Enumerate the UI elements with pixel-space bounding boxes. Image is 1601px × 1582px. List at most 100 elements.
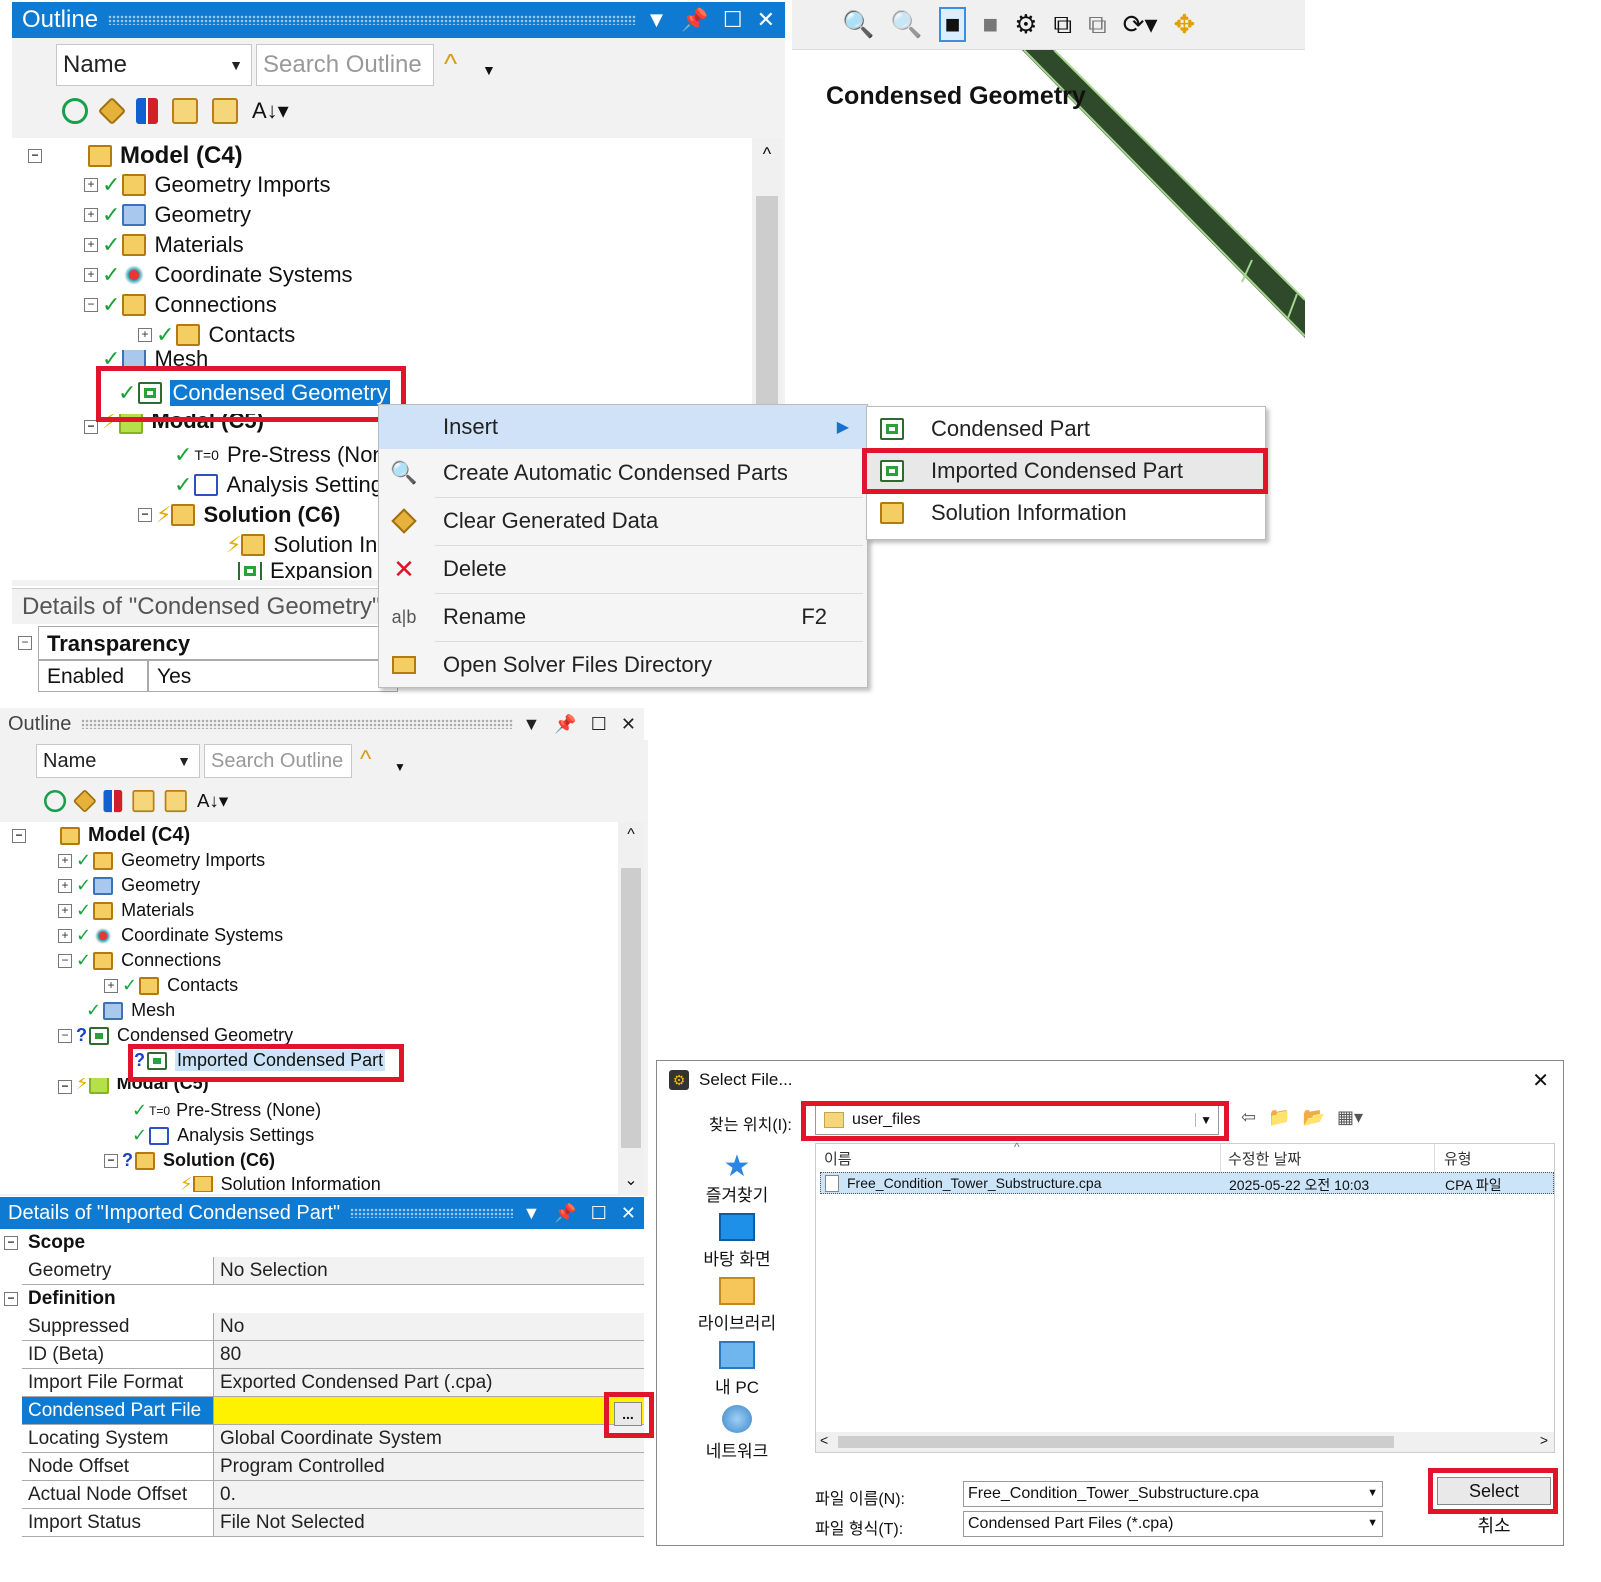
collapse-icon[interactable]: − xyxy=(84,420,98,434)
tree-node-contacts[interactable]: + ✓ Contacts xyxy=(104,975,238,996)
tree-node-solution[interactable]: − ⚡ Solution (C6) xyxy=(138,502,340,528)
expand-all-icon[interactable] xyxy=(172,98,198,124)
fit-icon[interactable]: ⧉ xyxy=(1054,9,1073,41)
browse-file-button[interactable]: ... xyxy=(614,1402,642,1426)
eraser-icon[interactable] xyxy=(72,789,97,814)
tree-node-contacts[interactable]: + ✓ Contacts xyxy=(138,322,295,348)
scroll-up-icon[interactable]: ^ xyxy=(618,822,644,844)
submenu-item-solution-information[interactable]: Solution Information xyxy=(867,493,1265,533)
zoom-out-icon[interactable]: 🔍 xyxy=(890,9,922,40)
row-value[interactable]: No xyxy=(214,1313,644,1341)
column-type[interactable]: 유형 xyxy=(1444,1148,1472,1169)
submenu-item-imported-condensed-part[interactable]: Imported Condensed Part xyxy=(867,451,1265,491)
scroll-up-icon[interactable]: ^ xyxy=(752,138,782,165)
row-value[interactable]: Global Coordinate System xyxy=(214,1425,644,1453)
expand-icon[interactable]: + xyxy=(84,178,98,192)
tree-node-solution[interactable]: −? Solution (C6) xyxy=(104,1150,275,1171)
dropdown-icon[interactable]: ▼ xyxy=(646,7,668,33)
expand-icon[interactable]: + xyxy=(84,208,98,222)
tree-node-modal[interactable]: − ⚡ Modal (C5) xyxy=(84,414,264,434)
expand-all-icon[interactable] xyxy=(132,790,155,813)
fit-selection-icon[interactable]: ⧉ xyxy=(1088,9,1107,41)
filetype-select[interactable]: Condensed Part Files (*.cpa) ▼ xyxy=(963,1511,1383,1537)
tree-node-analysis-settings[interactable]: ✓ Analysis Settings xyxy=(132,1125,314,1146)
tree-node-geometry-imports[interactable]: + ✓ Geometry Imports xyxy=(84,172,330,198)
view-menu-icon[interactable]: ▦▾ xyxy=(1337,1107,1363,1128)
sort-az-icon[interactable]: A↓▾ xyxy=(197,790,228,812)
select-button[interactable]: Select xyxy=(1437,1477,1551,1505)
tree-node-materials[interactable]: + ✓ Materials xyxy=(58,900,194,921)
bottom-name-combo[interactable]: Name ▼ xyxy=(36,744,200,778)
rotate-icon[interactable]: ⟳▾ xyxy=(1123,9,1158,40)
place-my-pc[interactable]: 내 PC xyxy=(715,1341,759,1405)
tree-node-imported-condensed-part[interactable]: ? Imported Condensed Part xyxy=(134,1050,386,1071)
search-up-icon[interactable]: ^ xyxy=(360,746,371,774)
details-row-node-offset[interactable]: Node Offset Program Controlled xyxy=(22,1453,644,1481)
sort-icon[interactable] xyxy=(136,98,158,124)
expand-icon[interactable]: + xyxy=(58,853,72,868)
place-favorites[interactable]: ★ 즐겨찾기 xyxy=(706,1149,769,1213)
tree-node-geometry[interactable]: + ✓ Geometry xyxy=(58,875,200,896)
sort-icon[interactable] xyxy=(103,790,123,813)
bottom-search-input[interactable]: Search Outline xyxy=(204,744,352,778)
maximize-icon[interactable]: ☐ xyxy=(723,7,743,33)
details-row-locating-system[interactable]: Locating System Global Coordinate System xyxy=(22,1425,644,1453)
wireframe-icon[interactable]: ⚙ xyxy=(1014,9,1037,40)
tree-node-expansion[interactable]: Expansion xyxy=(238,562,373,580)
search-options-icon[interactable]: ▼ xyxy=(482,62,496,78)
scroll-left-icon[interactable]: < xyxy=(820,1432,828,1448)
tree-node-pre-stress[interactable]: ✓ T=0 Pre-Stress (None) xyxy=(132,1100,321,1121)
collapse-icon[interactable]: − xyxy=(58,953,72,968)
maximize-icon[interactable]: ☐ xyxy=(591,1203,607,1224)
row-value[interactable]: 80 xyxy=(214,1341,644,1369)
tree-node-model[interactable]: − Model (C4) xyxy=(28,142,243,170)
tree-node-materials[interactable]: + ✓ Materials xyxy=(84,232,244,258)
pan-icon[interactable]: ✥ xyxy=(1174,9,1196,40)
scroll-thumb[interactable] xyxy=(756,196,778,416)
pin-icon[interactable]: 📌 xyxy=(681,7,708,33)
up-folder-icon[interactable]: 📁 xyxy=(1268,1107,1290,1128)
tree-node-condensed-geometry[interactable]: −? Condensed Geometry xyxy=(58,1025,293,1046)
collapse-icon[interactable]: − xyxy=(12,828,26,843)
collapse-icon[interactable]: − xyxy=(4,1236,18,1250)
collapse-icon[interactable]: − xyxy=(4,1292,18,1306)
tree-node-model[interactable]: − Model (C4) xyxy=(12,824,190,847)
expand-icon[interactable]: + xyxy=(58,878,72,893)
expand-icon[interactable]: + xyxy=(84,268,98,282)
column-divider[interactable] xyxy=(1220,1144,1221,1172)
details-row-geometry[interactable]: Geometry No Selection xyxy=(22,1257,644,1285)
tree-node-solution-info[interactable]: ⚡ Solution Information xyxy=(180,1176,381,1192)
row-value[interactable]: No Selection xyxy=(214,1257,644,1285)
details-row-import-format[interactable]: Import File Format Exported Condensed Par… xyxy=(22,1369,644,1397)
expand-icon[interactable]: + xyxy=(58,903,72,918)
scroll-thumb[interactable] xyxy=(621,868,641,1148)
folder-icon[interactable] xyxy=(212,98,238,124)
look-in-combo[interactable]: user_files ▼ xyxy=(815,1105,1219,1135)
tree-node-connections[interactable]: − ✓ Connections xyxy=(58,950,221,971)
tree-node-coordinate-systems[interactable]: + ✓ Coordinate Systems xyxy=(58,925,283,946)
column-divider[interactable] xyxy=(1434,1144,1435,1172)
details-row-actual-node-offset[interactable]: Actual Node Offset 0. xyxy=(22,1481,644,1509)
maximize-icon[interactable]: ☐ xyxy=(591,714,607,735)
refresh-icon[interactable] xyxy=(62,98,88,124)
collapse-icon[interactable]: − xyxy=(18,636,32,650)
pin-icon[interactable]: 📌 xyxy=(554,714,576,735)
sort-az-icon[interactable]: A↓▾ xyxy=(252,98,289,124)
horizontal-scrollbar[interactable]: < > xyxy=(816,1432,1554,1452)
search-options-icon[interactable]: ▼ xyxy=(394,760,406,774)
expand-icon[interactable]: + xyxy=(104,978,118,993)
zoom-in-icon[interactable]: 🔍 xyxy=(842,9,874,40)
tree-node-condensed-geometry[interactable]: ✓ Condensed Geometry xyxy=(118,379,391,407)
tree-node-geometry-imports[interactable]: + ✓ Geometry Imports xyxy=(58,850,265,871)
submenu-item-condensed-part[interactable]: Condensed Part xyxy=(867,409,1265,449)
back-icon[interactable]: ⇦ xyxy=(1241,1107,1256,1128)
tree-node-solution-info[interactable]: ⚡ Solution In xyxy=(226,532,377,558)
tree-node-connections[interactable]: − ✓ Connections xyxy=(84,292,277,318)
row-value[interactable]: Exported Condensed Part (.cpa) xyxy=(214,1369,644,1397)
chevron-down-icon[interactable]: ▼ xyxy=(1367,1487,1378,1499)
tree-node-modal[interactable]: − ⚡ Modal (C5) xyxy=(58,1078,209,1094)
tree-node-geometry[interactable]: + ✓ Geometry xyxy=(84,202,251,228)
details-row-import-status[interactable]: Import Status File Not Selected xyxy=(22,1509,644,1537)
pin-icon[interactable]: 📌 xyxy=(554,1203,576,1224)
place-desktop[interactable]: 바탕 화면 xyxy=(703,1213,771,1277)
